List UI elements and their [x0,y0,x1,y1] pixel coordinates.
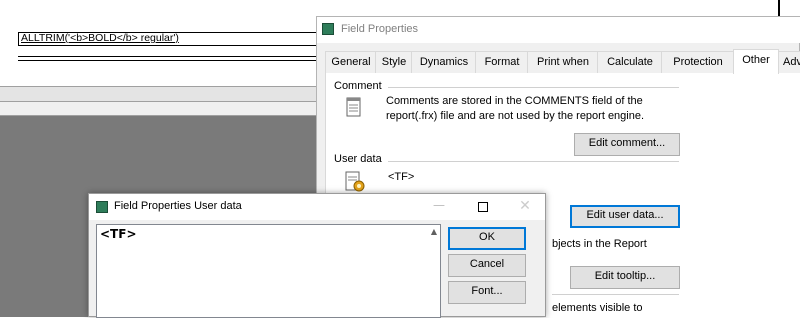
report-line[interactable] [18,56,318,57]
user-data-textarea[interactable]: <TF> ▲ [96,224,441,318]
tab-other[interactable]: Other [733,49,779,74]
dialog-title-bar[interactable]: Field Properties [317,17,800,43]
font-button[interactable]: Font... [448,281,526,304]
dialog-title: Field Properties [341,23,419,35]
user-data-divider [388,161,679,162]
user-data-value: <TF> [388,171,415,183]
maximize-icon[interactable] [473,198,493,216]
comment-description-line2: report(.frx) file and are not used by th… [386,110,645,122]
dialog-title-bar[interactable]: Field Properties User data — ✕ [89,194,545,220]
comment-description-line1: Comments are stored in the COMMENTS fiel… [386,95,643,107]
band-separator[interactable] [0,86,318,102]
app-icon [96,201,108,213]
page-edge [778,0,780,16]
comment-section-label: Comment [334,80,382,92]
note-icon [346,97,362,117]
visibility-description: elements visible to [552,302,643,314]
app-icon [322,23,334,35]
tab-format[interactable]: Format [475,51,529,73]
close-icon[interactable]: ✕ [515,198,535,216]
tab-dynamics[interactable]: Dynamics [411,51,477,73]
scroll-up-icon[interactable]: ▲ [428,227,440,241]
band-area [0,102,318,116]
minimize-icon[interactable]: — [429,198,449,216]
textarea-content: <TF> [100,227,137,241]
comment-divider [388,87,679,88]
user-data-dialog: Field Properties User data — ✕ <TF> ▲ OK… [88,193,546,318]
tab-protection[interactable]: Protection [661,51,735,73]
user-data-icon [344,171,366,193]
tab-calculate[interactable]: Calculate [597,51,663,73]
dialog-title: Field Properties User data [114,200,242,212]
edit-tooltip-button[interactable]: Edit tooltip... [570,266,680,289]
user-data-section-label: User data [334,153,382,165]
report-field[interactable]: ALLTRIM('<b>BOLD</b> regular') [18,32,318,46]
ok-button[interactable]: OK [448,227,526,250]
tab-strip: General Style Dynamics Format Print when… [325,49,800,74]
tab-style[interactable]: Style [375,51,413,73]
edit-comment-button[interactable]: Edit comment... [574,133,680,156]
tab-general[interactable]: General [325,51,377,73]
tooltip-description: bjects in the Report [552,238,647,250]
tab-advanced[interactable]: Adv [777,51,800,73]
tab-print-when[interactable]: Print when [527,51,599,73]
cancel-button[interactable]: Cancel [448,254,526,277]
report-line[interactable] [18,60,318,61]
report-field-expression: ALLTRIM('<b>BOLD</b> regular') [21,32,179,44]
edit-user-data-button[interactable]: Edit user data... [570,205,680,228]
section-divider [552,294,679,295]
